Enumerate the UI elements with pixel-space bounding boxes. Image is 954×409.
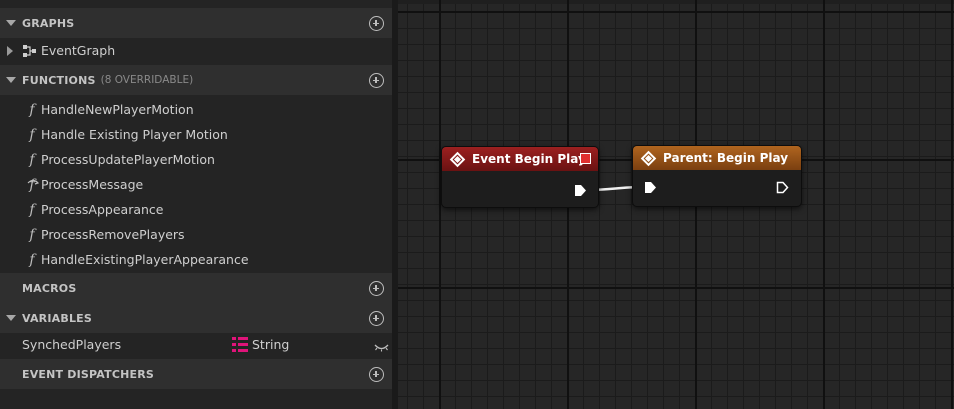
function-item[interactable]: f ProcessAppearance [0,197,392,222]
event-graph-icon [23,44,39,57]
function-label: HandleExistingPlayerAppearance [41,252,249,267]
function-item[interactable]: f HandleNewPlayerMotion [0,97,392,122]
function-label: ProcessRemovePlayers [41,227,185,242]
variables-section-header[interactable]: VARIABLES [0,303,392,333]
variables-section-title: VARIABLES [22,311,92,325]
exec-out-pin-icon[interactable] [776,181,789,194]
functions-section-header[interactable]: FUNCTIONS (8 OVERRIDABLE) [0,65,392,95]
collapse-caret-icon[interactable] [0,77,22,83]
add-variable-button[interactable] [369,311,384,326]
function-call-icon [640,150,657,166]
function-item[interactable]: f HandleExistingPlayerAppearance [0,247,392,272]
event-dispatchers-section-title: EVENT DISPATCHERS [22,367,155,381]
function-icon: f [29,201,35,218]
override-function-icon: f [24,177,40,193]
add-function-button[interactable] [369,73,384,88]
function-icon: f [29,226,35,243]
variable-item[interactable]: SynchedPlayers String [0,332,392,357]
delegate-pin-icon[interactable] [580,153,591,164]
functions-section-title: FUNCTIONS [22,73,96,87]
function-item[interactable]: f ProcessMessage [0,172,392,197]
add-macro-button[interactable] [369,281,384,296]
overridable-count: (8 OVERRIDABLE) [100,74,194,86]
node-title: Event Begin Play [472,152,586,166]
event-graph-canvas[interactable]: Event Begin Play Parent: Begin Play [398,0,954,409]
macros-section-header[interactable]: MACROS [0,273,392,303]
function-item[interactable]: f ProcessRemovePlayers [0,222,392,247]
add-event-dispatcher-button[interactable] [369,367,384,382]
function-label: ProcessAppearance [41,202,164,217]
expand-caret-icon[interactable] [7,45,19,56]
node-header[interactable]: Event Begin Play [442,147,598,171]
function-item[interactable]: f ProcessUpdatePlayerMotion [0,147,392,172]
exec-in-pin-icon[interactable] [644,181,657,194]
function-label: ProcessMessage [41,177,144,192]
parent-begin-play-node[interactable]: Parent: Begin Play [632,145,802,207]
collapse-caret-icon[interactable] [0,315,22,321]
function-icon: f [29,151,35,168]
function-icon: f [29,126,35,143]
my-blueprint-panel: GRAPHS EventGraph FUNCTIONS (8 OVERRIDAB… [0,0,392,409]
function-item[interactable]: f Handle Existing Player Motion [0,122,392,147]
node-header[interactable]: Parent: Begin Play [633,146,801,170]
variable-type[interactable]: String [252,337,289,352]
function-label: ProcessUpdatePlayerMotion [41,152,215,167]
function-icon: f [29,101,35,118]
graphs-section-title: GRAPHS [22,16,75,30]
macros-section-title: MACROS [22,281,77,295]
function-label: Handle Existing Player Motion [41,127,228,142]
eye-closed-icon[interactable] [374,340,389,355]
event-dispatchers-section-header[interactable]: EVENT DISPATCHERS [0,359,392,389]
event-begin-play-node[interactable]: Event Begin Play [441,146,599,208]
add-graph-button[interactable] [369,16,384,31]
node-title: Parent: Begin Play [663,151,789,165]
function-label: HandleNewPlayerMotion [41,102,194,117]
event-icon [449,151,466,167]
graph-item-eventgraph[interactable]: EventGraph [0,38,392,63]
exec-out-pin-icon[interactable] [574,184,587,197]
graph-item-label: EventGraph [41,43,116,58]
array-icon[interactable] [232,337,248,355]
function-icon: f [29,251,35,268]
collapse-caret-icon[interactable] [0,20,22,26]
graphs-section-header[interactable]: GRAPHS [0,8,392,38]
variable-name: SynchedPlayers [22,337,122,352]
